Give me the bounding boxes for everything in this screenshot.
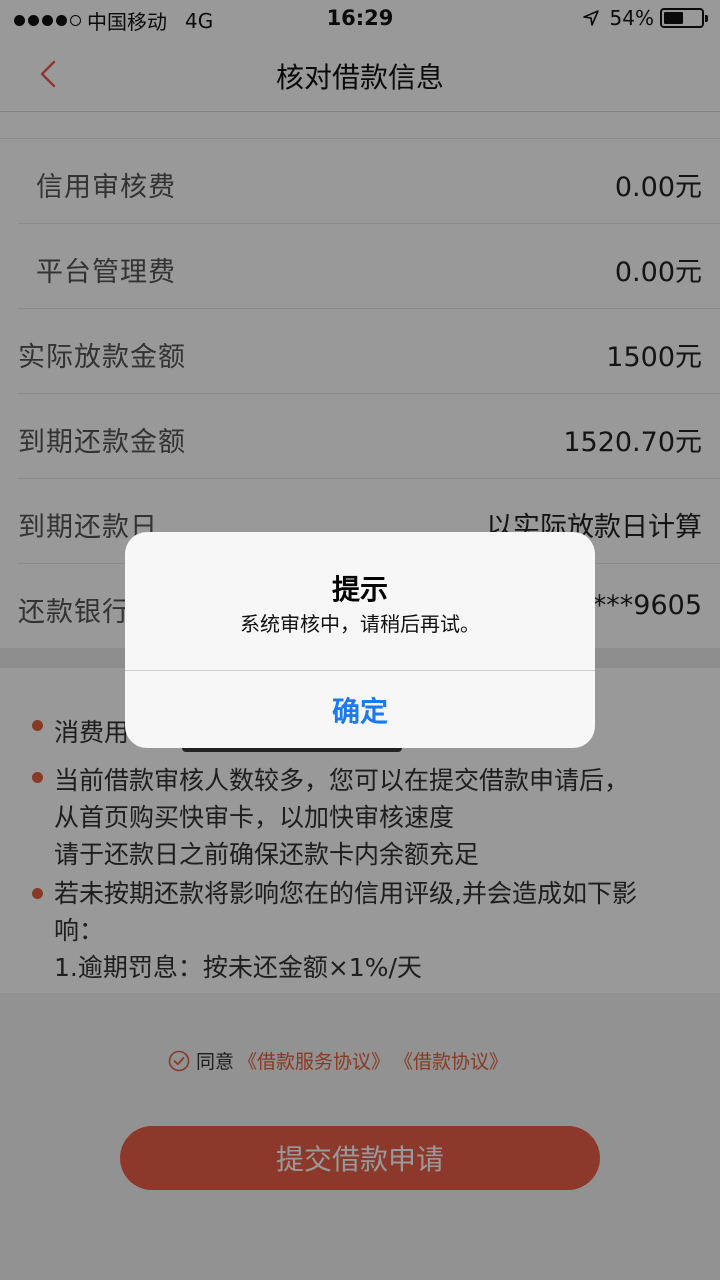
alert-message: 系统审核中，请稍后再试。 (240, 612, 480, 636)
confirm-button[interactable]: 确定 (125, 671, 595, 748)
alert-dialog: 提示 系统审核中，请稍后再试。 确定 (125, 532, 595, 748)
alert-title: 提示 (331, 573, 388, 606)
screen: 中国移动 4G 16:29 54% 核对借款信息 信用审核费 0.00元 平台管… (0, 0, 720, 1280)
